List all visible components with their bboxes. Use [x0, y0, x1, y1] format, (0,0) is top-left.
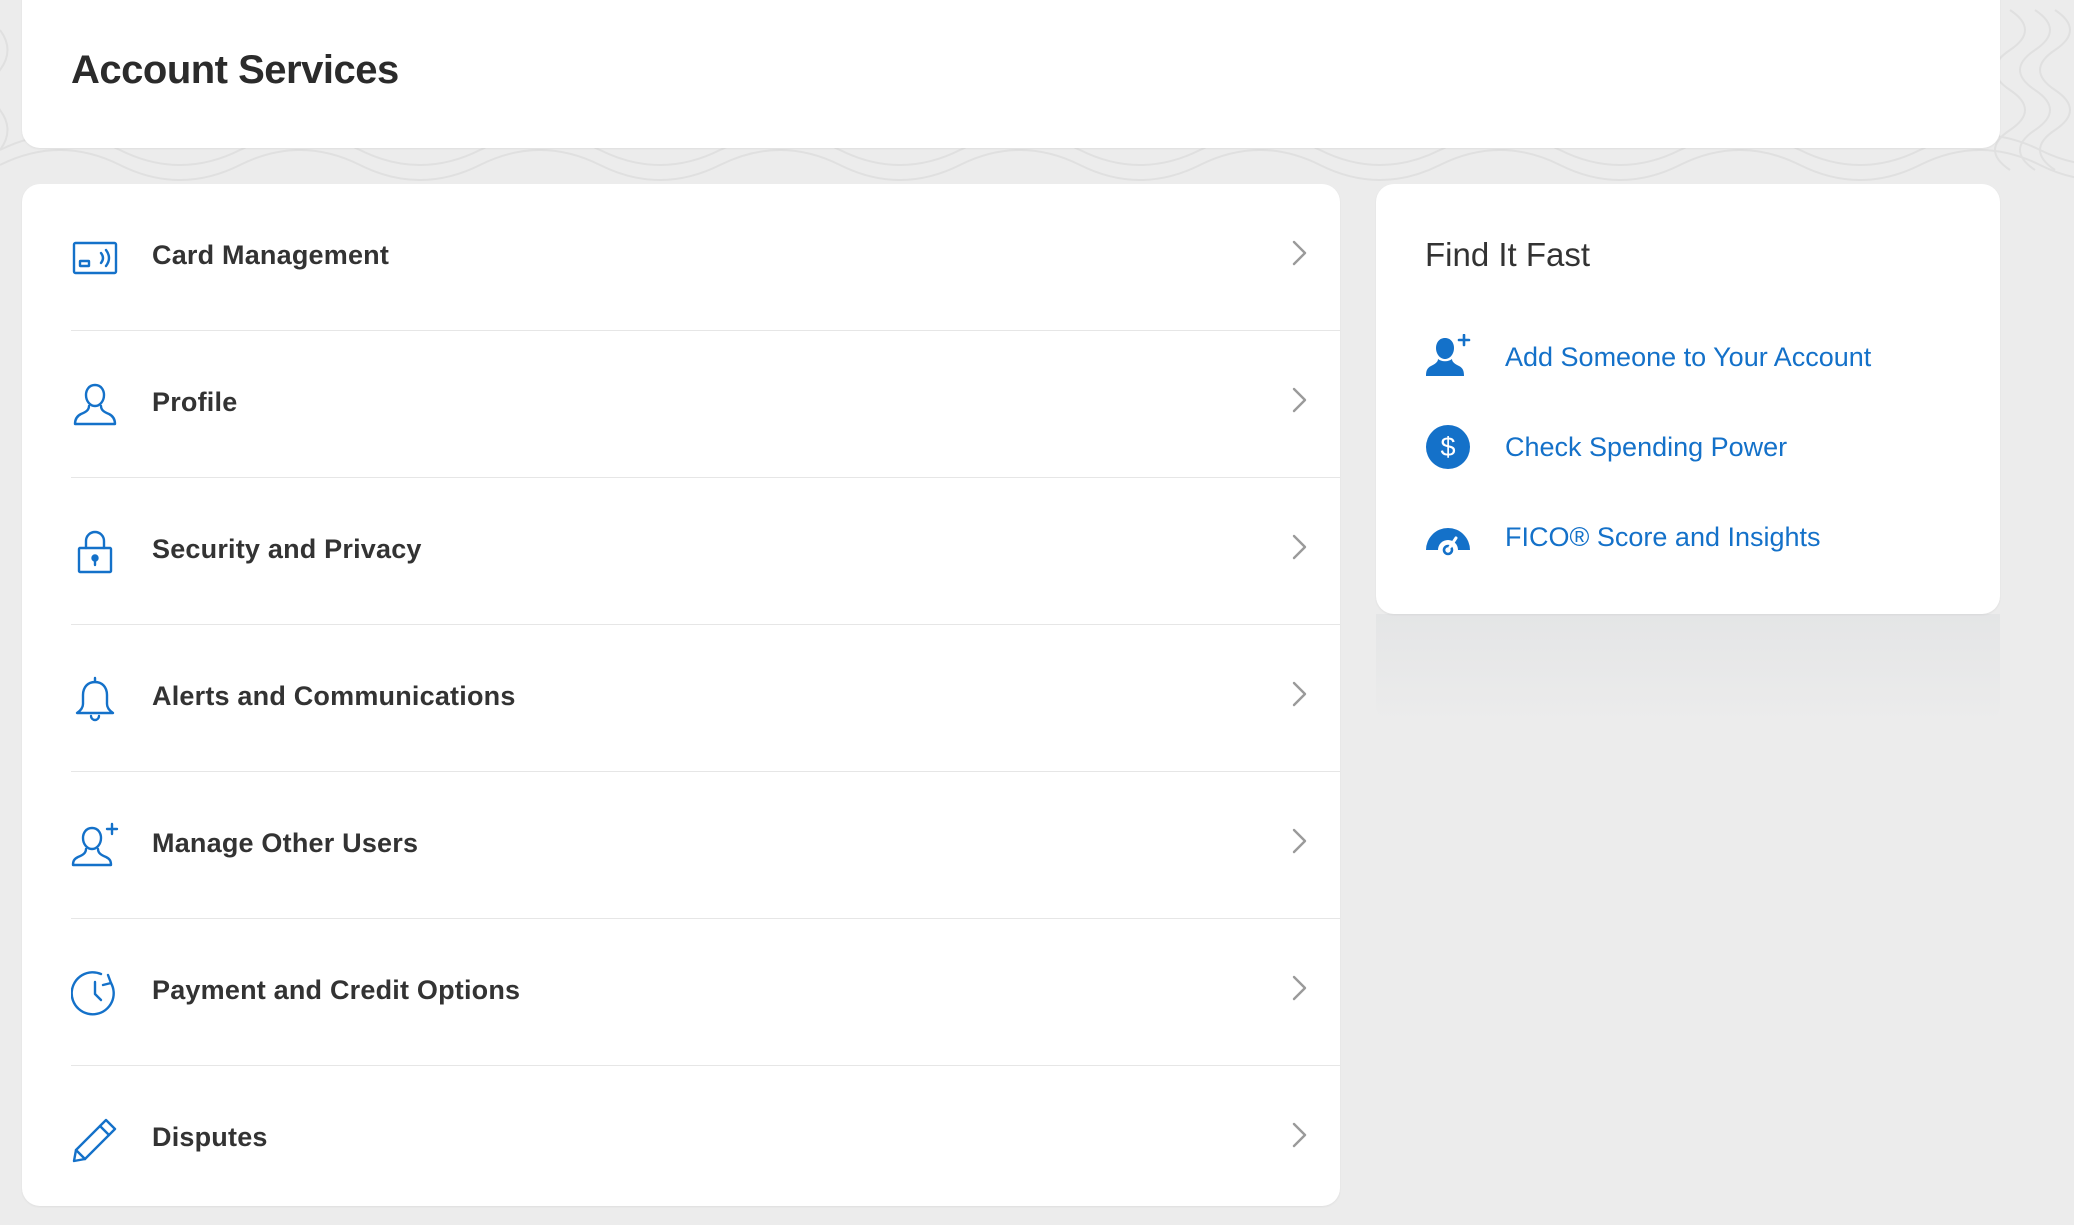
person-add-icon: [71, 822, 119, 870]
menu-list: Card Management Profile Security and Pri…: [22, 184, 1340, 1206]
chevron-right-icon: [1289, 1120, 1311, 1150]
check-spending-power-link-label: Check Spending Power: [1505, 432, 1788, 462]
chevron-right-icon: [1289, 826, 1311, 856]
menu-item-payment-and-credit-options[interactable]: Payment and Credit Options: [71, 919, 1340, 1066]
menu-item-label: Manage Other Users: [152, 828, 419, 858]
menu-item-profile[interactable]: Profile: [71, 331, 1340, 478]
pencil-icon: [71, 1116, 119, 1164]
dollar-circle-icon: $: [1425, 424, 1471, 470]
lock-icon: [71, 528, 119, 576]
person-add-filled-icon: [1425, 334, 1471, 380]
menu-item-label: Security and Privacy: [152, 534, 422, 564]
menu-item-label: Disputes: [152, 1122, 268, 1152]
find-it-fast-title: Find It Fast: [1425, 236, 1591, 273]
clock-refresh-icon: [71, 969, 119, 1017]
menu-item-label: Payment and Credit Options: [152, 975, 521, 1005]
find-it-fast-shadow: [1376, 614, 2000, 724]
chevron-right-icon: [1289, 238, 1311, 268]
person-icon: [71, 381, 119, 429]
menu-item-label: Profile: [152, 387, 238, 417]
chevron-right-icon: [1289, 385, 1311, 415]
chevron-right-icon: [1289, 679, 1311, 709]
chevron-right-icon: [1289, 532, 1311, 562]
chevron-right-icon: [1289, 973, 1311, 1003]
svg-text:$: $: [1440, 432, 1455, 462]
menu-item-alerts-and-communications[interactable]: Alerts and Communications: [71, 625, 1340, 772]
card-contactless-icon: [71, 234, 119, 282]
bell-icon: [71, 675, 119, 723]
page-title: Account Services: [71, 48, 399, 92]
menu-item-label: Alerts and Communications: [152, 681, 516, 711]
menu-item-disputes[interactable]: Disputes: [71, 1066, 1340, 1206]
menu-item-card-management[interactable]: Card Management: [71, 184, 1340, 331]
find-it-fast-card: Find It Fast Add Someone to Your Account…: [1376, 184, 2000, 614]
add-someone-link-label: Add Someone to Your Account: [1505, 342, 1872, 372]
header-card: Account Services: [22, 0, 2000, 148]
fico-score-link-label: FICO® Score and Insights: [1505, 522, 1821, 552]
menu-item-label: Card Management: [152, 240, 390, 270]
menu-item-security-and-privacy[interactable]: Security and Privacy: [71, 478, 1340, 625]
account-services-menu: Card Management Profile Security and Pri…: [22, 184, 1340, 1206]
menu-item-manage-other-users[interactable]: Manage Other Users: [71, 772, 1340, 919]
gauge-icon: [1425, 514, 1471, 560]
